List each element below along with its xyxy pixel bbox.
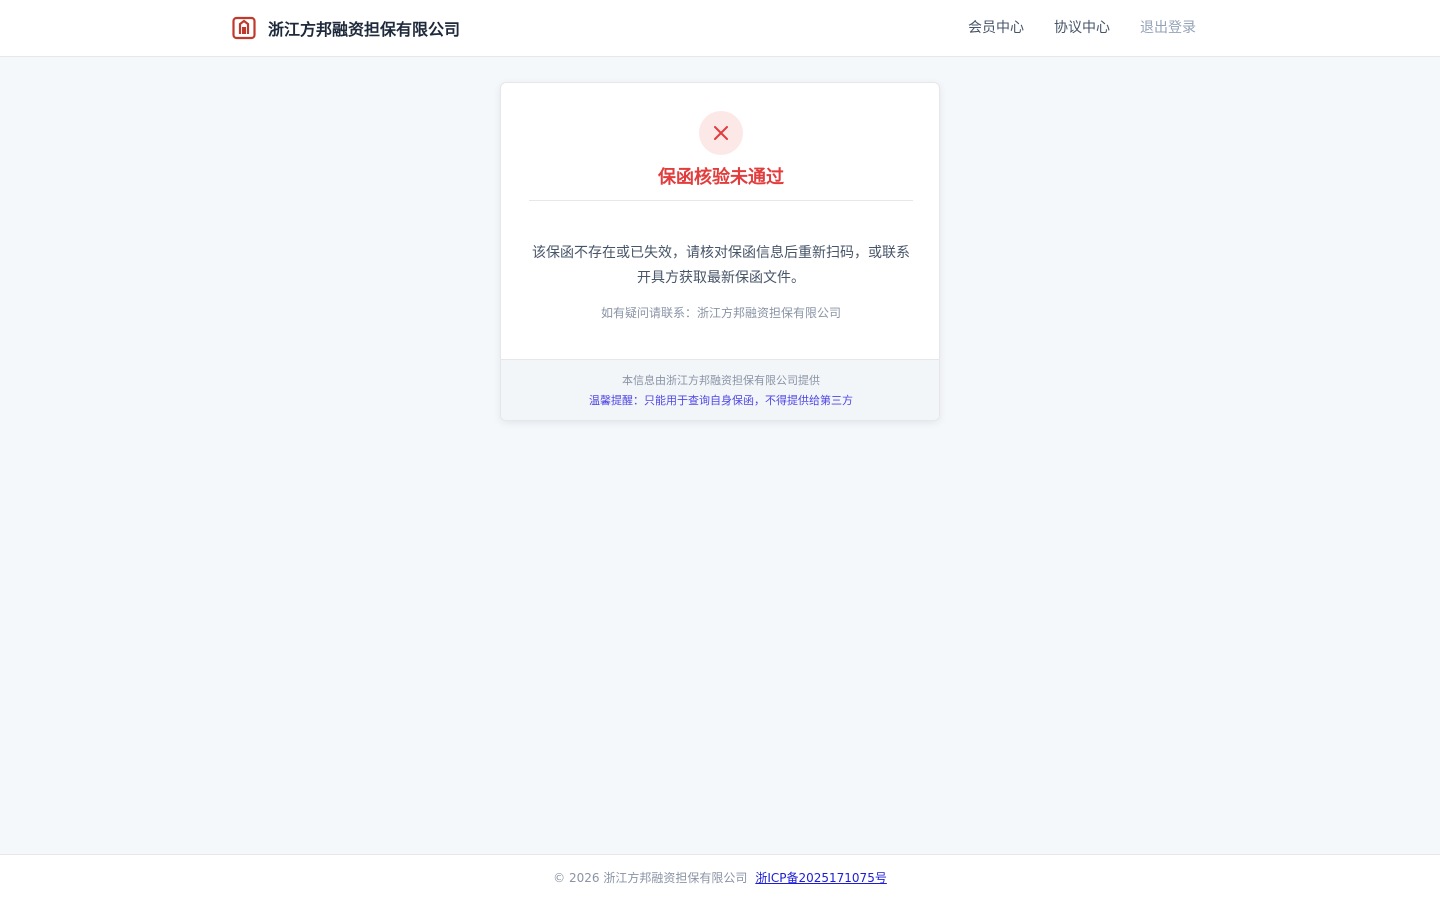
top-header: 浙江方邦融资担保有限公司 会员中心 协议中心 退出登录 [0, 0, 1440, 57]
top-nav: 会员中心 协议中心 退出登录 [968, 17, 1196, 37]
company-name: 浙江方邦融资担保有限公司 [268, 20, 461, 39]
provider-note: 本信息由浙江方邦融资担保有限公司提供 [622, 374, 820, 387]
result-message: 该保函不存在或已失效，请核对保函信息后重新扫码，或联系开具方获取最新保函文件。 [532, 245, 910, 286]
gate-logo-icon [232, 16, 256, 40]
close-icon [699, 111, 743, 155]
verification-result-card: 保函核验未通过 该保函不存在或已失效，请核对保函信息后重新扫码，或联系开具方获取… [500, 82, 940, 421]
card-footer: 本信息由浙江方邦融资担保有限公司提供 温馨提醒：只能用于查询自身保函，不得提供给… [501, 359, 939, 420]
nav-member-center[interactable]: 会员中心 [968, 17, 1024, 37]
page-footer: © 2026 浙江方邦融资担保有限公司 浙ICP备2025171075号 [0, 854, 1440, 900]
brand[interactable]: 浙江方邦融资担保有限公司 [232, 15, 460, 41]
icp-link[interactable]: 浙ICP备2025171075号 [755, 869, 887, 886]
warning-note: 温馨提醒：只能用于查询自身保函，不得提供给第三方 [589, 394, 853, 407]
result-title: 保函核验未通过 [658, 167, 784, 188]
divider [529, 200, 913, 201]
contact-note: 如有疑问请联系：浙江方邦融资担保有限公司 [600, 306, 841, 320]
nav-logout[interactable]: 退出登录 [1140, 17, 1196, 37]
nav-agreement-center[interactable]: 协议中心 [1054, 17, 1110, 37]
copyright: © 2026 浙江方邦融资担保有限公司 [553, 871, 748, 885]
